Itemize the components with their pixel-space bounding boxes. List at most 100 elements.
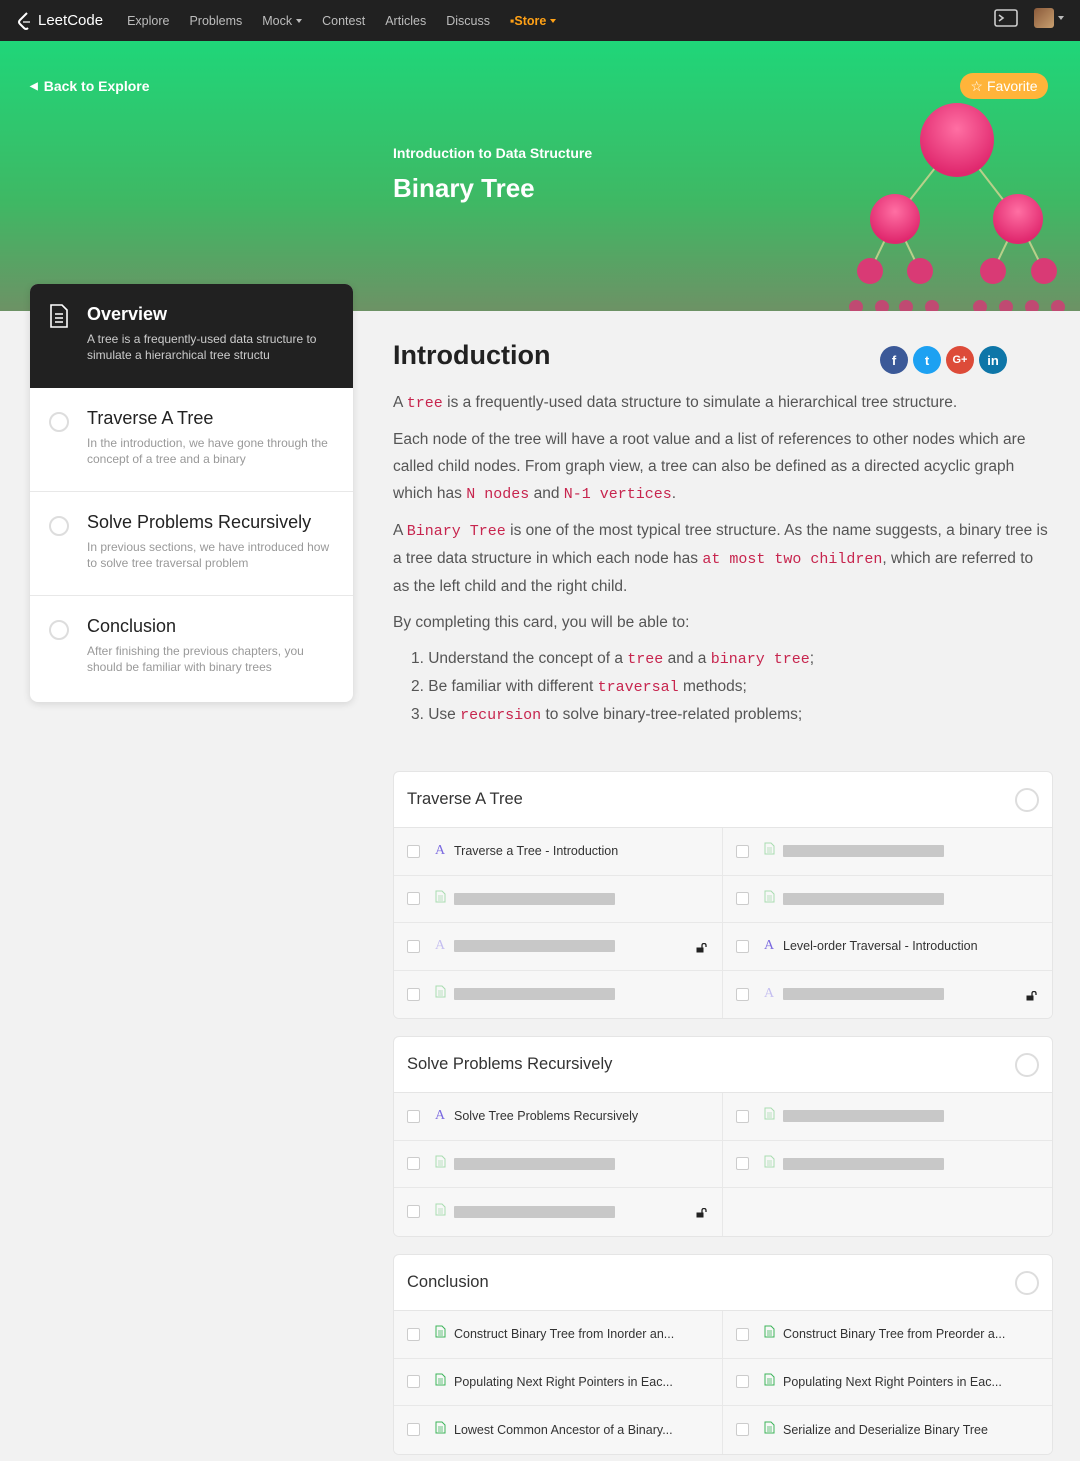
document-icon <box>764 1373 776 1391</box>
section-item[interactable]: Construct Binary Tree from Preorder a... <box>723 1311 1052 1359</box>
section-items-grid: A Solve Tree Problems Recursively <box>394 1093 1052 1236</box>
section-items-grid: Construct Binary Tree from Inorder an...… <box>394 1311 1052 1454</box>
document-icon <box>764 1325 776 1343</box>
locked-item-placeholder <box>783 988 944 1001</box>
locked-item-placeholder <box>454 988 615 1001</box>
section-item[interactable]: Populating Next Right Pointers in Eac... <box>394 1358 723 1406</box>
facebook-icon[interactable]: f <box>880 346 908 374</box>
nav-articles[interactable]: Articles <box>385 14 426 28</box>
completion-checkbox[interactable] <box>407 892 420 906</box>
completion-checkbox[interactable] <box>407 939 420 953</box>
code-at-most-two-children: at most two children <box>702 551 883 568</box>
completion-checkbox[interactable] <box>736 1423 749 1437</box>
document-icon <box>764 1421 776 1439</box>
document-icon <box>764 890 776 908</box>
text: 1. Understand the concept of a <box>411 650 623 667</box>
completion-checkbox[interactable] <box>736 1157 749 1171</box>
sidebar-item-solve-problems-recursively[interactable]: Solve Problems Recursively In previous s… <box>30 492 353 596</box>
section-item[interactable] <box>723 1093 1052 1141</box>
section-item[interactable]: Construct Binary Tree from Inorder an... <box>394 1311 723 1359</box>
completion-checkbox[interactable] <box>736 892 749 906</box>
code-tree: tree <box>406 395 443 412</box>
locked-item-placeholder <box>783 1110 944 1123</box>
list-item: 2. Be familiar with different traversal … <box>411 673 1053 701</box>
section-item[interactable] <box>394 875 723 923</box>
section-item[interactable]: A Level-order Traversal - Introduction <box>723 923 1052 971</box>
completion-checkbox[interactable] <box>407 1109 420 1123</box>
leetcode-logo[interactable]: LeetCode <box>16 11 103 31</box>
section-item[interactable] <box>394 970 723 1018</box>
document-icon <box>764 1107 776 1125</box>
completion-checkbox[interactable] <box>407 1423 420 1437</box>
locked-item-placeholder <box>783 1157 944 1170</box>
sidebar-item-desc: In the introduction, we have gone throug… <box>87 436 328 466</box>
code-binary-tree: Binary Tree <box>406 523 506 540</box>
section-item[interactable] <box>394 1140 723 1188</box>
section-header[interactable]: Traverse A Tree <box>394 772 1052 828</box>
article-icon: A <box>764 986 775 1002</box>
completion-checkbox[interactable] <box>736 844 749 858</box>
completion-checkbox[interactable] <box>736 1109 749 1123</box>
nav-explore[interactable]: Explore <box>127 14 169 28</box>
intro-paragraph-3: A Binary Tree is one of the most typical… <box>393 517 1053 600</box>
section-header[interactable]: Solve Problems Recursively <box>394 1037 1052 1093</box>
section-item[interactable]: Lowest Common Ancestor of a Binary... <box>394 1406 723 1454</box>
section-header[interactable]: Conclusion <box>394 1255 1052 1311</box>
section-item[interactable]: A Traverse a Tree - Introduction <box>394 828 723 876</box>
document-icon <box>435 1155 447 1173</box>
section-item-label: Solve Tree Problems Recursively <box>454 1109 639 1124</box>
section-solve-problems-recursively: Solve Problems Recursively A Solve Tree P… <box>393 1036 1053 1237</box>
section-item[interactable] <box>723 875 1052 923</box>
completion-checkbox[interactable] <box>407 987 420 1001</box>
introduction-content: Introduction f t G+ in A tree is a frequ… <box>393 340 1053 729</box>
section-item[interactable] <box>723 828 1052 876</box>
completion-checkbox[interactable] <box>736 1327 749 1341</box>
section-item[interactable] <box>723 1140 1052 1188</box>
document-icon <box>435 1373 447 1391</box>
completion-checkbox[interactable] <box>407 844 420 858</box>
section-item-label: Level-order Traversal - Introduction <box>783 939 978 954</box>
section-item[interactable] <box>394 1188 723 1236</box>
document-icon <box>764 1155 776 1173</box>
back-to-explore-link[interactable]: ◀ Back to Explore <box>30 78 150 94</box>
section-item[interactable]: A <box>723 970 1052 1018</box>
completion-checkbox[interactable] <box>407 1327 420 1341</box>
code-recursion: recursion <box>460 707 542 724</box>
sidebar-item-desc: A tree is a frequently-used data structu… <box>87 332 317 362</box>
completion-checkbox[interactable] <box>736 987 749 1001</box>
intro-paragraph-4: By completing this card, you will be abl… <box>393 614 690 631</box>
learning-goals-list: 1. Understand the concept of a tree and … <box>411 645 1053 729</box>
nav-mock[interactable]: Mock <box>262 14 303 28</box>
completion-checkbox[interactable] <box>407 1205 420 1219</box>
card-title: Binary Tree <box>393 173 535 203</box>
nav-contest[interactable]: Contest <box>322 14 365 28</box>
completion-checkbox[interactable] <box>736 1375 749 1389</box>
section-item[interactable]: Serialize and Deserialize Binary Tree <box>723 1406 1052 1454</box>
nav-discuss[interactable]: Discuss <box>446 14 490 28</box>
unlock-icon <box>696 940 708 958</box>
playground-icon[interactable] <box>994 8 1018 28</box>
sidebar-item-traverse-a-tree[interactable]: Traverse A Tree In the introduction, we … <box>30 388 353 492</box>
code-n-nodes: N nodes <box>466 486 530 503</box>
list-item: 3. Use recursion to solve binary-tree-re… <box>411 701 1053 729</box>
completion-checkbox[interactable] <box>407 1157 420 1171</box>
nav-problems[interactable]: Problems <box>189 14 242 28</box>
twitter-icon[interactable]: t <box>913 346 941 374</box>
section-item-label: Lowest Common Ancestor of a Binary... <box>454 1422 673 1437</box>
binary-tree-illustration <box>849 103 1065 311</box>
article-icon: A <box>435 1108 446 1124</box>
section-item[interactable]: A <box>394 923 723 971</box>
section-item[interactable]: Populating Next Right Pointers in Eac... <box>723 1358 1052 1406</box>
favorite-label: Favorite <box>986 78 1038 94</box>
completion-checkbox[interactable] <box>736 939 749 953</box>
section-conclusion: Conclusion Construct Binary Tree from In… <box>393 1254 1053 1455</box>
unlock-icon <box>1026 988 1038 1006</box>
section-item[interactable]: A Solve Tree Problems Recursively <box>394 1093 723 1141</box>
google-plus-icon[interactable]: G+ <box>946 346 974 374</box>
linkedin-icon[interactable]: in <box>979 346 1007 374</box>
sidebar-item-overview[interactable]: Overview A tree is a frequently-used dat… <box>30 284 353 388</box>
sidebar-item-conclusion[interactable]: Conclusion After finishing the previous … <box>30 596 353 700</box>
user-menu[interactable] <box>1034 8 1064 28</box>
nav-store[interactable]: ▪Store <box>510 14 557 28</box>
completion-checkbox[interactable] <box>407 1375 420 1389</box>
